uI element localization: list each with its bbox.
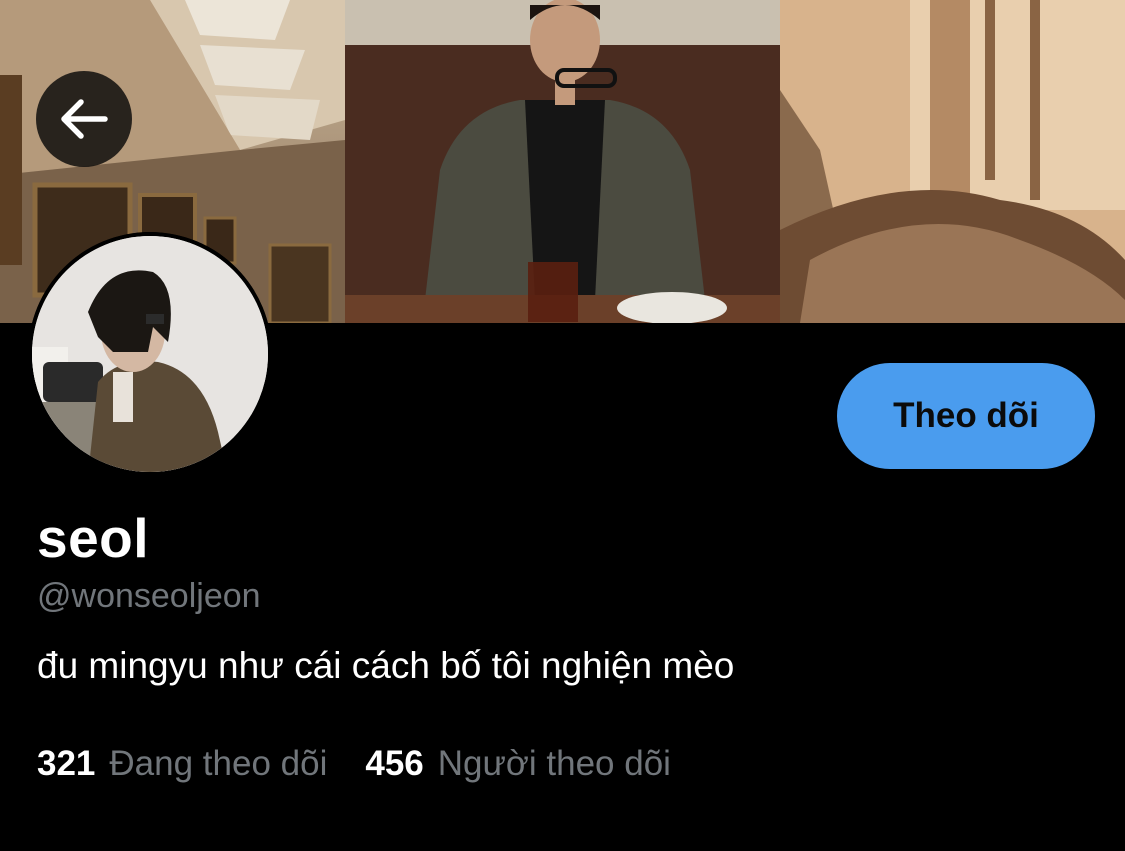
followers-link[interactable]: 456 Người theo dõi xyxy=(365,743,671,785)
following-label: Đang theo dõi xyxy=(109,744,328,783)
banner-photo-portrait xyxy=(345,0,780,323)
back-button[interactable] xyxy=(36,71,132,167)
following-count: 321 xyxy=(37,744,96,783)
user-handle: @wonseoljeon xyxy=(37,577,261,615)
follow-button[interactable]: Theo dõi xyxy=(837,363,1095,469)
followers-count: 456 xyxy=(365,744,424,783)
banner-photo-bedroom xyxy=(780,0,1125,323)
avatar[interactable] xyxy=(28,232,272,476)
followers-label: Người theo dõi xyxy=(437,744,671,783)
following-link[interactable]: 321 Đang theo dõi xyxy=(37,743,327,785)
arrow-left-icon xyxy=(59,98,109,140)
user-bio: đu mingyu như cái cách bố tôi nghiện mèo xyxy=(37,645,735,686)
follow-stats: 321 Đang theo dõi 456 Người theo dõi xyxy=(37,743,671,785)
profile-page: Theo dõi seol @wonseoljeon đu mingyu như… xyxy=(0,0,1125,851)
display-name: seol xyxy=(37,507,150,569)
